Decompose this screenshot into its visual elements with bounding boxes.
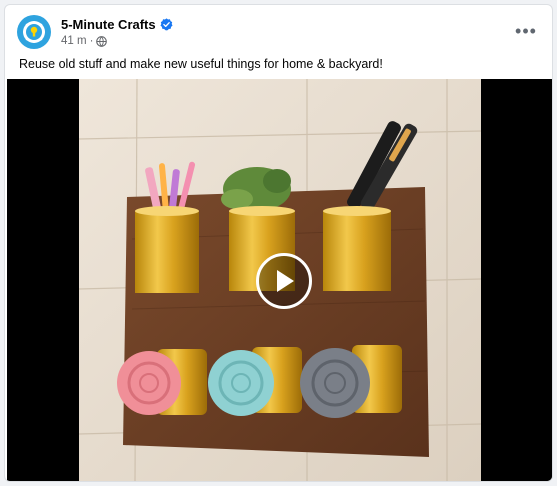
post-meta: 41 m · xyxy=(61,35,173,47)
author-block: 5-Minute Crafts 41 m · xyxy=(61,17,173,47)
author-name[interactable]: 5-Minute Crafts xyxy=(61,17,156,32)
crafts-logo-icon xyxy=(23,21,45,43)
video-player[interactable] xyxy=(7,79,552,481)
post-timestamp[interactable]: 41 m xyxy=(61,35,87,47)
globe-icon xyxy=(96,35,108,47)
play-icon xyxy=(277,270,294,292)
verified-badge-icon xyxy=(160,18,173,31)
post-header: 5-Minute Crafts 41 m · ••• xyxy=(17,15,540,51)
play-button[interactable] xyxy=(256,253,312,309)
more-options-button[interactable]: ••• xyxy=(512,17,540,45)
meta-separator: · xyxy=(89,35,94,47)
post-caption: Reuse old stuff and make new useful thin… xyxy=(19,57,383,71)
more-options-icon: ••• xyxy=(515,20,537,41)
author-row: 5-Minute Crafts xyxy=(61,17,173,32)
post-card: 5-Minute Crafts 41 m · ••• Reuse old stu… xyxy=(4,4,553,482)
page-avatar[interactable] xyxy=(17,15,51,49)
